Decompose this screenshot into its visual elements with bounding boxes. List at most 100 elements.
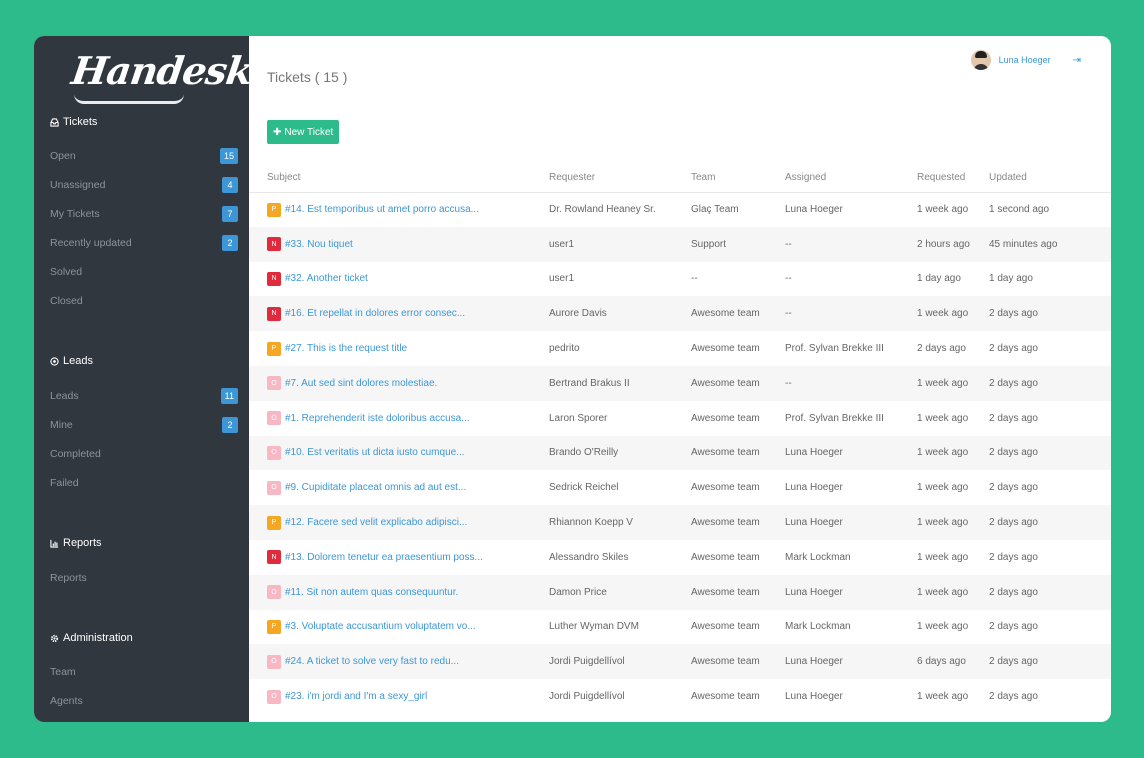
requested-cell: 1 week ago — [917, 296, 989, 332]
ticket-subject-link[interactable]: #12. Facere sed velit explicabo adipisci… — [285, 517, 467, 528]
logout-icon[interactable]: ⇥ — [1073, 55, 1081, 66]
table-row[interactable]: O #10. Est veritatis ut dicta iusto cumqu… — [249, 435, 1111, 471]
requested-cell: 1 week ago — [917, 621, 969, 633]
priority-badge: P — [267, 619, 281, 634]
subject-cell: N #32. Another ticket — [249, 262, 549, 297]
sidebar-item-failed[interactable]: Failed — [50, 473, 238, 493]
table-row[interactable]: N #33. Nou tiquet user1 Support -- 2 hours ag… — [249, 226, 1111, 262]
team-cell: Awesome team — [691, 621, 760, 633]
ticket-subject-link[interactable]: #33. Nou tiquet — [285, 239, 353, 250]
table-row[interactable]: O #23. i'm jordi and I'm a sexy_girl Jordi… — [249, 679, 1111, 714]
table-row[interactable]: O #1. Reprehenderit iste doloribus accusa… — [249, 401, 1111, 436]
sidebar-item-team[interactable]: Team — [50, 662, 238, 682]
ticket-subject-link[interactable]: #9. Cupiditate placeat omnis ad aut est.… — [285, 482, 466, 493]
avatar[interactable] — [970, 50, 991, 70]
requested-cell: 6 days ago — [917, 644, 989, 680]
column-header-team[interactable]: Team — [691, 163, 785, 193]
plus-icon: ✚ — [273, 126, 282, 138]
team-cell: Awesome team — [691, 574, 785, 610]
sidebar-item-unassigned[interactable]: Unassigned 4 — [50, 175, 238, 195]
team-cell: Awesome team — [691, 296, 785, 332]
assigned-cell: Luna Hoeger — [785, 574, 917, 610]
ticket-subject-link[interactable]: #24. A ticket to solve very fast to redu… — [285, 656, 459, 667]
updated-cell: 2 days ago — [989, 412, 1038, 424]
requested-cell: 1 week ago — [917, 551, 969, 563]
updated-cell: 1 day ago — [989, 273, 1033, 285]
tickets-table: Subject Requester Team Assigned Requeste… — [249, 163, 1111, 714]
ticket-subject-link[interactable]: #11. Sit non autem quas consequuntur. — [285, 587, 458, 598]
sidebar-item-open[interactable]: Open 15 — [50, 146, 238, 166]
team-cell: -- — [691, 273, 698, 285]
requested-cell: 2 days ago — [917, 343, 966, 355]
assigned-cell: Luna Hoeger — [785, 505, 917, 540]
updated-cell: 2 days ago — [989, 365, 1111, 401]
table-row[interactable]: O #11. Sit non autem quas consequuntur. Da… — [249, 574, 1111, 610]
sidebar-item-leads[interactable]: Leads 11 — [50, 386, 238, 406]
table-row[interactable]: N #16. Et repellat in dolores error conse… — [249, 296, 1111, 332]
subject-cell: O #7. Aut sed sint dolores molestiae. — [249, 365, 549, 401]
brand-logo: Handesk — [68, 48, 255, 93]
new-ticket-button[interactable]: ✚ New Ticket — [267, 120, 340, 144]
requester-cell: Bertrand Brakus II — [549, 365, 691, 401]
priority-badge: N — [267, 271, 281, 286]
subject-cell: O #11. Sit non autem quas consequuntur. — [249, 574, 549, 610]
column-header-requested[interactable]: Requested — [917, 163, 989, 193]
assigned-cell: -- — [785, 226, 917, 262]
sidebar-item-completed[interactable]: Completed — [50, 444, 238, 464]
updated-cell: 2 days ago — [989, 621, 1038, 633]
user-name-link[interactable]: Luna Hoeger — [999, 55, 1051, 65]
sidebar-item-mine[interactable]: Mine 2 — [50, 415, 238, 435]
column-header-assigned[interactable]: Assigned — [785, 163, 917, 193]
ticket-subject-link[interactable]: #1. Reprehenderit iste doloribus accusa.… — [285, 413, 470, 424]
sidebar-item-closed[interactable]: Closed — [50, 291, 238, 311]
table-row[interactable]: P #3. Voluptate accusantium voluptatem vo… — [249, 610, 1111, 645]
count-badge: 11 — [220, 388, 238, 404]
assigned-cell: Mark Lockman — [785, 551, 851, 563]
ticket-subject-link[interactable]: #23. i'm jordi and I'm a sexy_girl — [285, 691, 427, 702]
ticket-subject-link[interactable]: #14. Est temporibus ut amet porro accusa… — [285, 204, 479, 215]
gear-icon — [50, 634, 59, 642]
team-cell: Awesome team — [691, 435, 785, 471]
requested-cell: 1 week ago — [917, 435, 989, 471]
column-header-subject[interactable]: Subject — [249, 163, 549, 193]
requested-cell: 1 week ago — [917, 365, 989, 401]
ticket-subject-link[interactable]: #13. Dolorem tenetur ea praesentium poss… — [285, 552, 483, 563]
subject-cell: O #10. Est veritatis ut dicta iusto cumqu… — [249, 435, 549, 471]
ticket-subject-link[interactable]: #10. Est veritatis ut dicta iusto cumque… — [285, 447, 465, 458]
table-row[interactable]: P #27. This is the request title pedrito Aw… — [249, 331, 1111, 366]
priority-badge: N — [267, 550, 281, 565]
ticket-subject-link[interactable]: #3. Voluptate accusantium voluptatem vo.… — [285, 621, 476, 632]
sidebar-item-agents[interactable]: Agents — [50, 691, 238, 711]
ticket-subject-link[interactable]: #27. This is the request title — [285, 343, 407, 354]
table-row[interactable]: O #24. A ticket to solve very fast to red… — [249, 644, 1111, 680]
tickets-table-body: P #14. Est temporibus ut amet porro accus… — [249, 192, 1111, 714]
requested-cell: 1 week ago — [917, 691, 969, 703]
sidebar-item-solved[interactable]: Solved — [50, 262, 238, 282]
sidebar-item-reports[interactable]: Reports — [50, 568, 238, 588]
updated-cell: 2 days ago — [989, 343, 1038, 355]
sidebar-item-my-tickets[interactable]: My Tickets 7 — [50, 204, 238, 224]
ticket-subject-link[interactable]: #7. Aut sed sint dolores molestiae. — [285, 378, 437, 389]
table-row[interactable]: N #13. Dolorem tenetur ea praesentium pos… — [249, 540, 1111, 575]
table-row[interactable]: O #7. Aut sed sint dolores molestiae. Bert… — [249, 365, 1111, 401]
table-row[interactable]: P #12. Facere sed velit explicabo adipisc… — [249, 505, 1111, 540]
team-cell: Awesome team — [691, 505, 785, 540]
column-header-requester[interactable]: Requester — [549, 163, 691, 193]
updated-cell: 2 days ago — [989, 435, 1111, 471]
admin-section-title: Administration — [50, 632, 133, 644]
sidebar-item-recently-updated[interactable]: Recently updated 2 — [50, 233, 238, 253]
ticket-subject-link[interactable]: #32. Another ticket — [285, 273, 368, 284]
column-header-updated[interactable]: Updated — [989, 163, 1111, 193]
team-cell: Glaç Team — [691, 204, 739, 216]
subject-cell: N #13. Dolorem tenetur ea praesentium pos… — [249, 540, 549, 575]
table-row[interactable]: P #14. Est temporibus ut amet porro accus… — [249, 192, 1111, 227]
subject-cell: P #3. Voluptate accusantium voluptatem vo… — [249, 610, 549, 645]
ticket-subject-link[interactable]: #16. Et repellat in dolores error consec… — [285, 308, 465, 319]
sidebar: Handesk Tickets Open 15 Unassigned 4 My Ti… — [34, 36, 255, 722]
table-row[interactable]: O #9. Cupiditate placeat omnis ad aut est… — [249, 470, 1111, 505]
requested-cell: 1 week ago — [917, 505, 989, 540]
table-row[interactable]: N #32. Another ticket user1 -- -- 1 day ago 1 … — [249, 262, 1111, 297]
requested-cell: 2 hours ago — [917, 226, 989, 262]
inbox-icon — [50, 117, 59, 127]
logo-swash — [74, 94, 184, 104]
